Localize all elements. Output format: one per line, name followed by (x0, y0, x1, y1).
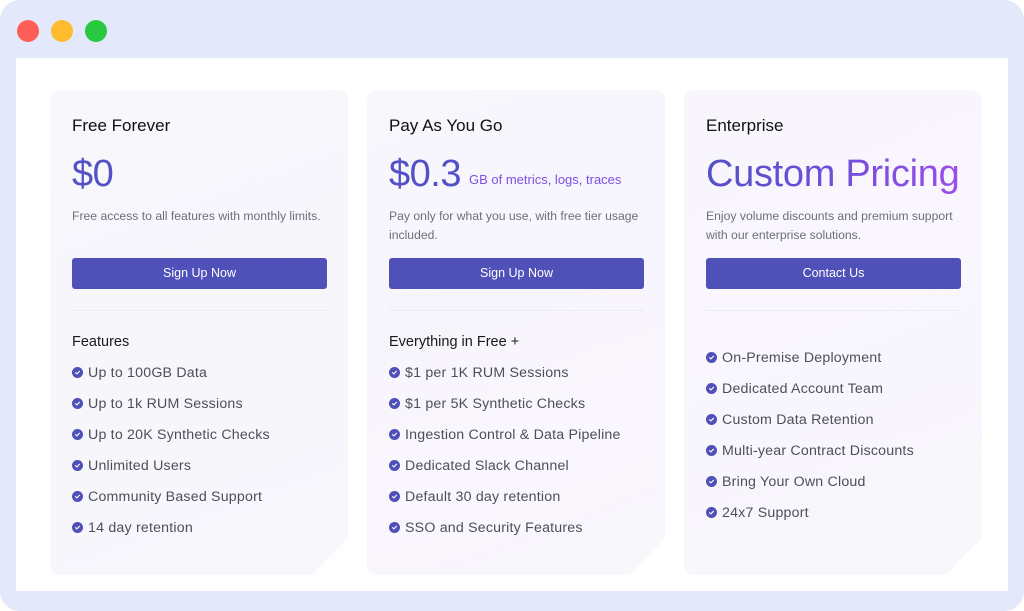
check-circle-icon (72, 367, 83, 378)
feature-item: SSO and Security Features (389, 512, 643, 543)
plan-title: Free Forever (72, 116, 171, 135)
check-circle-icon (389, 367, 400, 378)
check-circle-icon (389, 522, 400, 533)
feature-label: 24x7 Support (722, 504, 809, 521)
feature-label: $1 per 1K RUM Sessions (405, 364, 569, 381)
check-circle-icon (72, 522, 83, 533)
feature-item: Up to 1k RUM Sessions (72, 388, 326, 419)
divider (72, 310, 327, 311)
feature-item: 14 day retention (72, 512, 326, 543)
plan-card-free-forever: Free Forever $0 Free access to all featu… (50, 90, 348, 575)
feature-item: 24x7 Support (706, 497, 960, 528)
price-row: $0 (72, 153, 326, 195)
feature-item: Unlimited Users (72, 450, 326, 481)
minimize-window-button[interactable] (51, 20, 73, 42)
feature-label: Community Based Support (88, 488, 263, 505)
feature-item: Default 30 day retention (389, 481, 643, 512)
feature-item: $1 per 1K RUM Sessions (389, 357, 643, 388)
feature-label: Dedicated Slack Channel (405, 457, 569, 474)
feature-label: Custom Data Retention (722, 411, 874, 428)
plan-card-pay-as-you-go: Pay As You Go $0.3 GB of metrics, logs, … (367, 90, 665, 575)
price-row: $0.3 GB of metrics, logs, traces (389, 153, 643, 195)
plan-title: Pay As You Go (389, 116, 503, 135)
feature-label: Multi-year Contract Discounts (722, 442, 914, 459)
close-window-button[interactable] (17, 20, 39, 42)
feature-label: Up to 1k RUM Sessions (88, 395, 243, 412)
plan-card-enterprise: Enterprise Custom Pricing Enjoy volume d… (684, 90, 982, 575)
feature-label: Ingestion Control & Data Pipeline (405, 426, 621, 443)
feature-label: $1 per 5K Synthetic Checks (405, 395, 586, 412)
maximize-window-button[interactable] (85, 20, 107, 42)
check-circle-icon (706, 414, 717, 425)
feature-item: Up to 20K Synthetic Checks (72, 419, 326, 450)
plan-price: $0 (72, 153, 114, 195)
feature-label: Default 30 day retention (405, 488, 561, 505)
feature-item: Dedicated Slack Channel (389, 450, 643, 481)
feature-item: Multi-year Contract Discounts (706, 435, 960, 466)
plan-description: Free access to all features with monthly… (72, 209, 321, 223)
feature-item: Bring Your Own Cloud (706, 466, 960, 497)
check-circle-icon (389, 398, 400, 409)
check-circle-icon (706, 445, 717, 456)
plan-price: Custom Pricing (706, 153, 960, 195)
check-circle-icon (706, 507, 717, 518)
feature-label: Dedicated Account Team (722, 380, 884, 397)
feature-item: On-Premise Deployment (706, 342, 960, 373)
check-circle-icon (389, 460, 400, 471)
check-circle-icon (72, 491, 83, 502)
feature-label: Unlimited Users (88, 457, 192, 474)
feature-label: SSO and Security Features (405, 519, 583, 536)
check-circle-icon (706, 352, 717, 363)
check-circle-icon (706, 383, 717, 394)
check-circle-icon (72, 429, 83, 440)
feature-item: Dedicated Account Team (706, 373, 960, 404)
features-heading: Everything in Free + (389, 334, 520, 350)
check-circle-icon (706, 476, 717, 487)
feature-label: 14 day retention (88, 519, 193, 536)
feature-list: Up to 100GB Data Up to 1k RUM Sessions U… (72, 357, 326, 543)
plan-title: Enterprise (706, 116, 784, 135)
check-circle-icon (72, 398, 83, 409)
check-circle-icon (389, 429, 400, 440)
divider (706, 310, 961, 311)
feature-item: Community Based Support (72, 481, 326, 512)
feature-label: Up to 20K Synthetic Checks (88, 426, 270, 443)
feature-item: Up to 100GB Data (72, 357, 326, 388)
features-heading: Features (72, 334, 130, 350)
sign-up-button[interactable]: Sign Up Now (72, 258, 327, 289)
check-circle-icon (389, 491, 400, 502)
feature-list: On-Premise Deployment Dedicated Account … (706, 342, 960, 528)
check-circle-icon (72, 460, 83, 471)
feature-item: Custom Data Retention (706, 404, 960, 435)
feature-label: Bring Your Own Cloud (722, 473, 866, 490)
feature-item: Ingestion Control & Data Pipeline (389, 419, 643, 450)
plan-description: Enjoy volume discounts and premium suppo… (706, 209, 953, 242)
browser-window: Free Forever $0 Free access to all featu… (0, 0, 1024, 611)
feature-item: $1 per 5K Synthetic Checks (389, 388, 643, 419)
price-row: Custom Pricing (706, 153, 960, 195)
price-unit: GB of metrics, logs, traces (468, 172, 622, 187)
feature-list: $1 per 1K RUM Sessions $1 per 5K Synthet… (389, 357, 643, 543)
sign-up-button[interactable]: Sign Up Now (389, 258, 644, 289)
plan-description: Pay only for what you use, with free tie… (389, 209, 639, 242)
plan-price: $0.3 (389, 153, 461, 195)
window-controls (17, 20, 107, 42)
divider (389, 310, 644, 311)
feature-label: On-Premise Deployment (722, 349, 882, 366)
pricing-section: Free Forever $0 Free access to all featu… (16, 58, 1008, 591)
contact-us-button[interactable]: Contact Us (706, 258, 961, 289)
feature-label: Up to 100GB Data (88, 364, 208, 381)
